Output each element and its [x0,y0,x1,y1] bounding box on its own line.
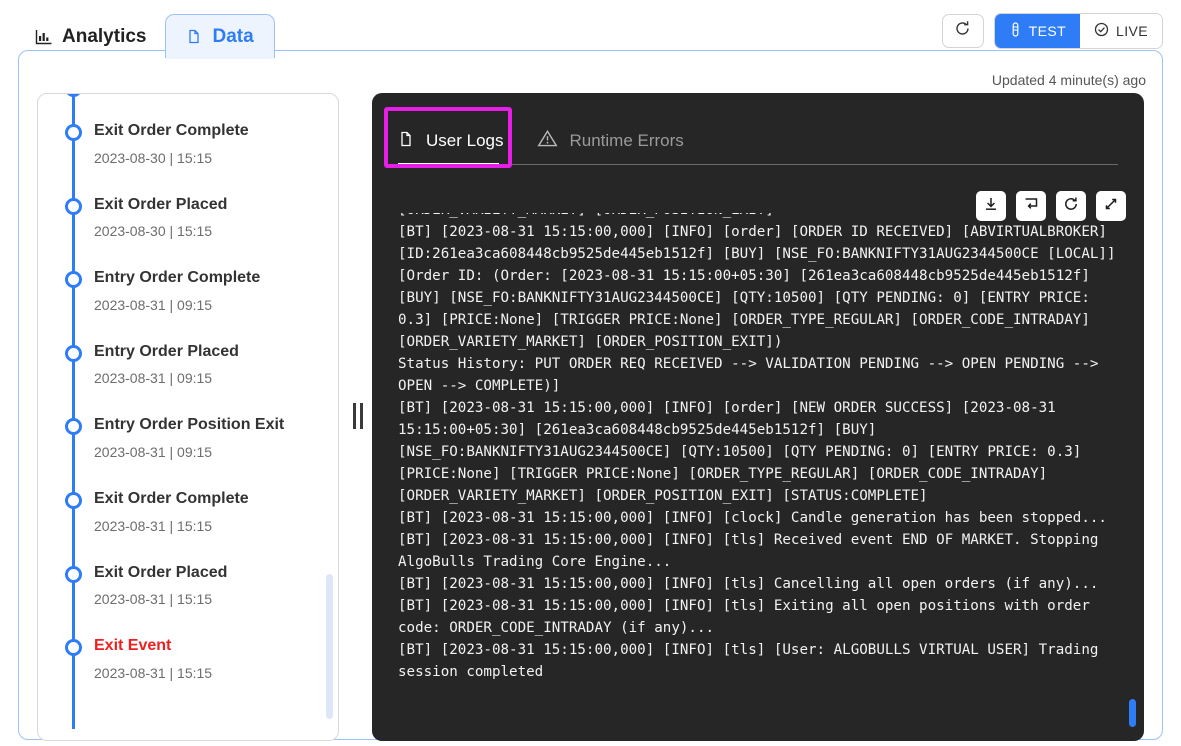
timeline-date: 2023-08-31 | 15:15 [94,517,213,534]
updated-status: Updated 4 minute(s) ago [991,72,1146,88]
warning-triangle-icon [537,129,559,153]
refresh-icon [954,20,971,42]
mode-test-button[interactable]: TEST [994,14,1081,48]
handle-bar [353,403,356,429]
list-item[interactable]: Exit Order Placed 2023-08-31 | 15:15 [38,562,338,636]
timeline-marker [65,344,82,362]
timeline-date: 2023-08-31 | 15:15 [94,664,213,681]
log-tab-list: User Logs Runtime Errors [372,93,1144,168]
list-item[interactable]: Exit Event 2023-08-31 | 15:15 [38,635,338,709]
log-output: [ORDER_VARIETY_MARKET] [ORDER_POSITION_E… [398,213,1116,680]
mode-toggle: TEST LIVE [993,13,1163,49]
tab-user-logs-label: User Logs [426,131,504,150]
timeline-panel: 2023-08-30 | 15:15 Exit Order Complete 2… [19,93,344,741]
timeline-date: 2023-08-31 | 15:15 [94,591,213,608]
list-item[interactable]: Exit Order Placed 2023-08-30 | 15:15 [38,194,338,268]
timeline-marker [65,94,82,97]
timeline-marker [65,271,82,289]
timeline-list: 2023-08-30 | 15:15 Exit Order Complete 2… [38,94,338,729]
tab-active-underline [398,163,499,166]
list-item[interactable]: Exit Order Complete 2023-08-30 | 15:15 [38,120,338,194]
tab-runtime-errors-label: Runtime Errors [569,131,684,150]
document-icon [186,28,203,45]
tab-data-label: Data [212,25,254,47]
timeline-marker [65,565,82,583]
top-right-controls: TEST LIVE [941,13,1163,49]
document-icon [398,130,415,153]
timeline-title: Entry Order Placed [94,342,239,360]
timeline-scrollbar[interactable] [326,574,333,719]
test-tube-icon [1009,22,1022,40]
mode-live-button[interactable]: LIVE [1080,14,1162,48]
log-scroll-area[interactable]: [ORDER_VARIETY_MARKET] [ORDER_POSITION_E… [372,213,1144,741]
log-panel-wrap: User Logs Runtime Errors [BT] [2023-08-3… [372,93,1162,741]
timeline-marker [65,124,82,141]
log-scrollbar[interactable] [1129,699,1136,727]
timeline-card: 2023-08-30 | 15:15 Exit Order Complete 2… [37,93,339,741]
refresh-button[interactable] [941,14,984,48]
content-body: 2023-08-30 | 15:15 Exit Order Complete 2… [19,93,1162,741]
log-panel: User Logs Runtime Errors [BT] [2023-08-3… [372,93,1144,741]
timeline-title: Exit Order Complete [94,122,249,139]
timeline-date: 2023-08-30 | 15:15 [94,149,213,166]
timeline-marker [65,418,82,436]
tab-user-logs[interactable]: User Logs [398,130,503,157]
timeline-title: Exit Order Placed [94,195,228,213]
timeline-marker [65,639,82,657]
list-item[interactable]: Exit Order Complete 2023-08-31 | 15:15 [38,488,338,562]
mode-live-label: LIVE [1116,23,1148,39]
handle-bar [360,403,363,429]
list-item[interactable]: Entry Order Placed 2023-08-31 | 09:15 [38,341,338,415]
mode-test-label: TEST [1028,23,1067,39]
bar-chart-icon [35,28,53,46]
timeline-date: 2023-08-31 | 09:15 [94,443,213,460]
content-shell: Updated 4 minute(s) ago 2023-08-30 | 15:… [18,50,1163,741]
tab-data[interactable]: Data [165,14,275,59]
timeline-title: Exit Order Placed [94,563,228,581]
list-item[interactable]: Entry Order Complete 2023-08-31 | 09:15 [38,267,338,341]
list-item[interactable]: 2023-08-30 | 15:15 [38,94,338,120]
timeline-title: Exit Event [94,637,172,655]
timeline-title: Exit Order Complete [94,489,249,507]
timeline-title: Entry Order Position Exit [94,416,285,434]
timeline-title: Entry Order Complete [94,269,261,287]
tab-analytics-label: Analytics [62,25,147,47]
clock-icon [1094,22,1109,40]
list-item[interactable]: Entry Order Position Exit 2023-08-31 | 0… [38,414,338,488]
timeline-marker [65,491,82,509]
tab-runtime-errors[interactable]: Runtime Errors [537,129,684,157]
timeline-date: 2023-08-31 | 09:15 [94,296,213,313]
panel-resize-handle[interactable] [344,93,372,739]
timeline-date: 2023-08-31 | 09:15 [94,370,213,387]
timeline-date: 2023-08-30 | 15:15 [94,223,213,240]
tab-divider [398,164,1118,165]
timeline-marker [65,197,82,215]
